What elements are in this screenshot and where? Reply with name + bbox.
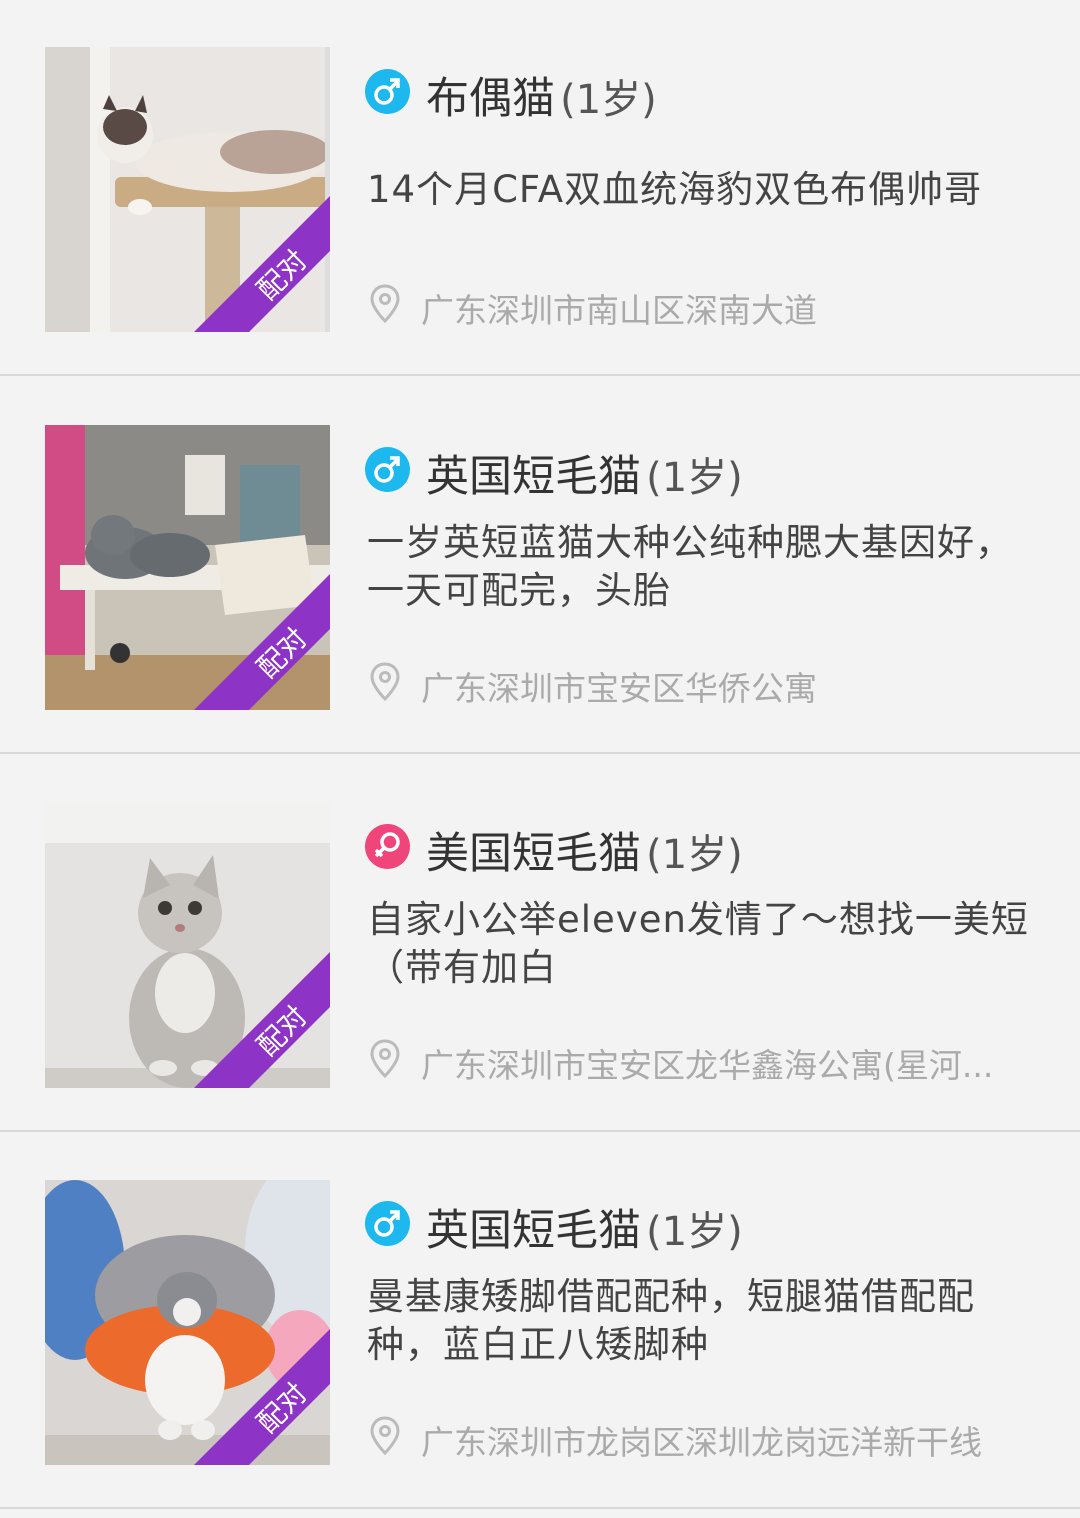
location-pin-icon (370, 1416, 400, 1456)
pet-photo[interactable]: 配对 (45, 47, 330, 332)
pet-photo[interactable]: 配对 (45, 425, 330, 710)
pet-list: 配对 布偶猫 (1岁) 14个月CFA双血统海豹双色布偶帅哥 广东深圳市南山区深… (0, 0, 1080, 1518)
pet-age: (1岁) (560, 77, 657, 123)
pet-description: 14个月CFA双血统海豹双色布偶帅哥 (367, 168, 983, 211)
pet-title: 布偶猫 (1岁) (426, 64, 657, 126)
pet-description: 一岁英短蓝猫大种公纯种腮大基因好，一天可配完，头胎 (367, 521, 1013, 612)
match-badge: 配对 (194, 574, 330, 710)
pet-breed: 布偶猫 (426, 74, 555, 124)
pet-title: 美国短毛猫 (1岁) (426, 819, 743, 881)
location-pin-icon (370, 284, 400, 324)
pet-location: 广东深圳市南山区深南大道 (421, 291, 817, 330)
pet-location: 广东深圳市龙岗区深圳龙岗远洋新干线 (421, 1423, 982, 1462)
pet-photo[interactable]: 配对 (45, 1180, 330, 1465)
location-pin-icon (370, 662, 400, 702)
pet-title: 英国短毛猫 (1岁) (426, 442, 743, 504)
pet-photo[interactable]: 配对 (45, 803, 330, 1088)
female-icon (365, 824, 410, 869)
pet-age: (1岁) (646, 455, 743, 501)
list-item[interactable]: 配对 英国短毛猫 (1岁) 曼基康矮脚借配配种，短腿猫借配配种，蓝白正八矮脚种 … (0, 1133, 1080, 1509)
match-badge: 配对 (194, 1329, 330, 1465)
pet-age: (1岁) (646, 832, 743, 878)
list-item[interactable]: 配对 英国短毛猫 (1岁) 一岁英短蓝猫大种公纯种腮大基因好，一天可配完，头胎 … (0, 378, 1080, 754)
pet-title: 英国短毛猫 (1岁) (426, 1196, 743, 1258)
pet-location: 广东深圳市宝安区华侨公寓 (421, 669, 817, 708)
location-pin-icon (370, 1039, 400, 1079)
male-icon (365, 69, 410, 114)
pet-description: 曼基康矮脚借配配种，短腿猫借配配种，蓝白正八矮脚种 (367, 1275, 975, 1366)
pet-breed: 英国短毛猫 (426, 1206, 641, 1256)
pet-age: (1岁) (646, 1209, 743, 1255)
male-icon (365, 447, 410, 492)
list-item[interactable]: 配对 布偶猫 (1岁) 14个月CFA双血统海豹双色布偶帅哥 广东深圳市南山区深… (0, 0, 1080, 376)
pet-description: 自家小公举eleven发情了～想找一美短（带有加白 (367, 898, 1029, 989)
male-icon (365, 1201, 410, 1246)
match-badge: 配对 (194, 952, 330, 1088)
pet-breed: 英国短毛猫 (426, 452, 641, 502)
pet-breed: 美国短毛猫 (426, 829, 641, 879)
list-item[interactable]: 配对 美国短毛猫 (1岁) 自家小公举eleven发情了～想找一美短（带有加白 … (0, 756, 1080, 1132)
match-badge: 配对 (194, 196, 330, 332)
pet-location: 广东深圳市宝安区龙华鑫海公寓(星河... (421, 1046, 994, 1085)
